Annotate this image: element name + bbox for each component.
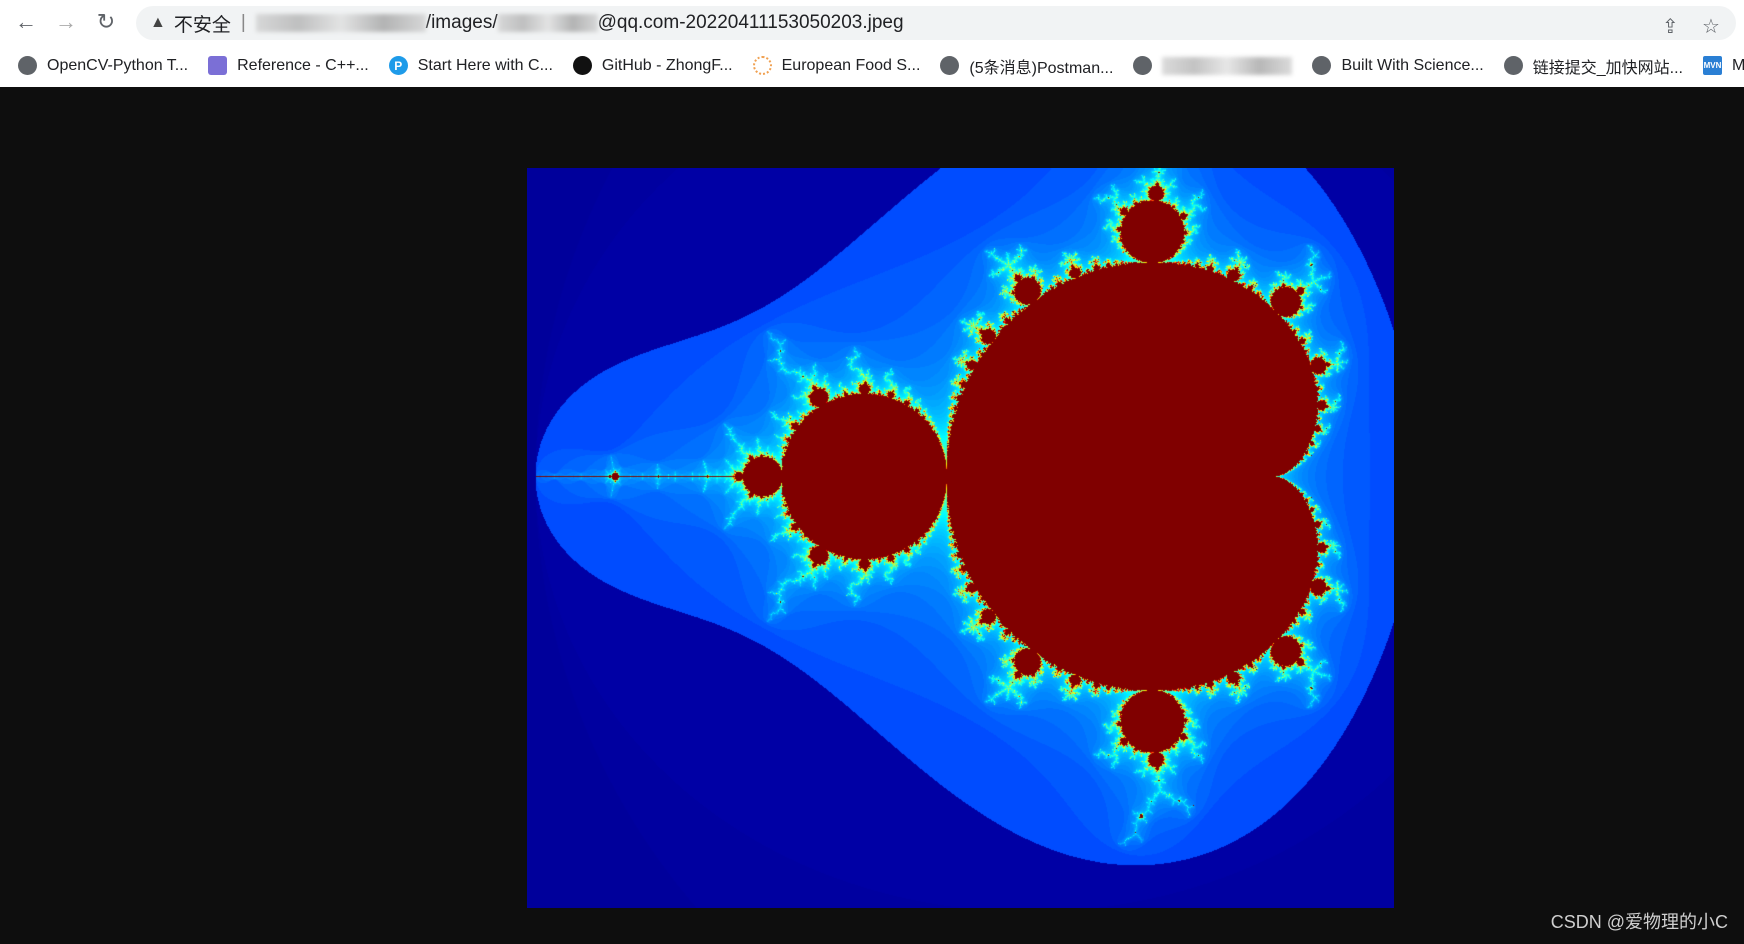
mvn-icon: MVN <box>1702 56 1722 75</box>
bookmark[interactable]: Built With Science... <box>1312 56 1484 75</box>
back-button[interactable]: ← <box>6 2 46 42</box>
mandelbrot-image <box>527 168 1394 908</box>
bookmark[interactable]: European Food S... <box>752 56 920 75</box>
redacted-user <box>497 14 598 32</box>
watermark: CSDN @爱物理的小C <box>1550 912 1728 932</box>
warning-icon: ▲ <box>150 14 166 31</box>
cpp-reference-icon <box>208 56 228 75</box>
globe-icon <box>940 56 960 75</box>
redacted-host <box>255 14 426 32</box>
url-path: /images/ <box>425 12 498 33</box>
bookmark[interactable]: MVN M <box>1702 56 1744 75</box>
forward-button[interactable]: → <box>46 2 86 42</box>
share-icon[interactable]: ⇪ <box>1662 14 1679 39</box>
bookmark[interactable] <box>1133 56 1293 75</box>
loading-icon <box>752 56 772 75</box>
github-icon <box>572 56 592 75</box>
bookmark[interactable]: 链接提交_加快网站... <box>1503 54 1683 78</box>
python-icon: P <box>388 56 408 75</box>
globe-icon <box>18 56 37 75</box>
globe-icon <box>1133 56 1153 75</box>
security-label: 不安全 <box>173 14 231 36</box>
reload-button[interactable]: ↻ <box>86 2 126 42</box>
url-file: @qq.com-20220411153050203.jpeg <box>597 12 904 33</box>
bookmark[interactable]: (5条消息)Postman... <box>940 54 1113 78</box>
bookmarks-bar: OpenCV-Python T... Reference - C++... PS… <box>0 44 1744 87</box>
bookmark[interactable]: GitHub - ZhongF... <box>572 56 733 75</box>
bookmark[interactable]: P Start Here with C... <box>388 56 553 75</box>
bookmark[interactable]: Reference - C++... <box>208 56 369 75</box>
address-bar[interactable]: ▲ 不安全 | /images/ @qq.com-202204111530502… <box>136 6 1736 40</box>
globe-icon <box>1503 56 1523 75</box>
bookmark[interactable]: OpenCV-Python T... <box>18 56 188 75</box>
globe-icon <box>1312 56 1332 75</box>
star-icon[interactable]: ☆ <box>1702 14 1720 39</box>
